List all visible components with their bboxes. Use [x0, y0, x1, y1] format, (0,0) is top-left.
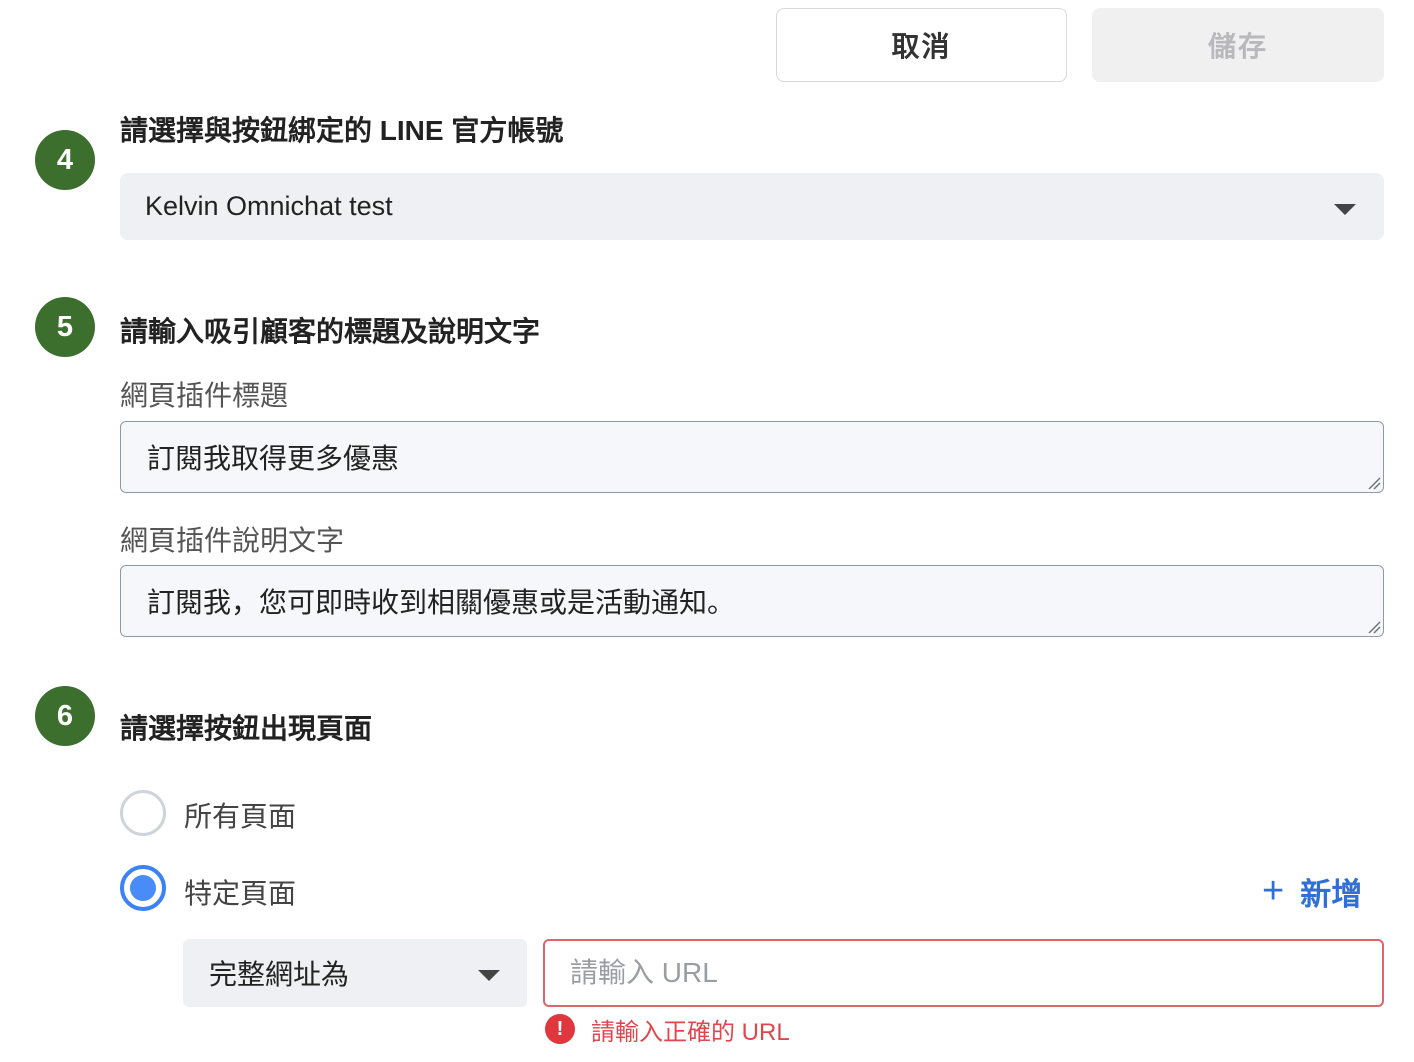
widget-title-label: 網頁插件標題 — [120, 380, 289, 411]
cancel-button[interactable]: 取消 — [776, 8, 1067, 82]
radio-specific-pages[interactable] — [120, 865, 166, 911]
radio-all-pages-label[interactable]: 所有頁面 — [184, 795, 296, 835]
chevron-down-icon — [1334, 204, 1356, 215]
url-match-type-select[interactable]: 完整網址為 — [183, 939, 527, 1007]
step-5-badge: 5 — [35, 297, 95, 357]
resize-handle-icon[interactable] — [1365, 474, 1381, 490]
widget-desc-value: 訂閱我，您可即時收到相關優惠或是活動通知。 — [147, 587, 736, 618]
widget-desc-label: 網頁插件說明文字 — [120, 525, 345, 556]
add-rule-label: 新增 — [1300, 876, 1363, 912]
step-6-badge: 6 — [35, 686, 95, 746]
line-account-select[interactable]: Kelvin Omnichat test — [120, 173, 1384, 240]
info-icon: ! — [545, 1014, 575, 1044]
widget-desc-field[interactable]: 訂閱我，您可即時收到相關優惠或是活動通知。 — [120, 565, 1384, 637]
line-account-value: Kelvin Omnichat test — [145, 191, 393, 221]
widget-settings-form: 取消 儲存 4 請選擇與按鈕綁定的 LINE 官方帳號 Kelvin Omnic… — [0, 0, 1414, 1062]
url-match-type-value: 完整網址為 — [209, 959, 350, 990]
save-button[interactable]: 儲存 — [1092, 8, 1384, 82]
radio-all-pages[interactable] — [120, 790, 166, 836]
widget-title-field[interactable]: 訂閱我取得更多優惠 — [120, 421, 1384, 493]
step-5-title: 請輸入吸引顧客的標題及說明文字 — [120, 316, 541, 347]
url-input[interactable] — [543, 939, 1384, 1007]
chevron-down-icon — [478, 970, 500, 981]
url-error-text: 請輸入正確的 URL — [591, 1018, 790, 1046]
radio-specific-pages-label[interactable]: 特定頁面 — [184, 872, 296, 912]
step-6-title: 請選擇按鈕出現頁面 — [120, 713, 373, 744]
plus-icon: + — [1262, 870, 1285, 912]
resize-handle-icon[interactable] — [1365, 618, 1381, 634]
add-rule-button[interactable]: + 新增 — [1262, 867, 1362, 915]
step-4-title: 請選擇與按鈕綁定的 LINE 官方帳號 — [120, 115, 564, 146]
url-error-message: ! 請輸入正確的 URL — [545, 1013, 790, 1046]
widget-title-value: 訂閱我取得更多優惠 — [147, 443, 400, 474]
step-4-badge: 4 — [35, 130, 95, 190]
